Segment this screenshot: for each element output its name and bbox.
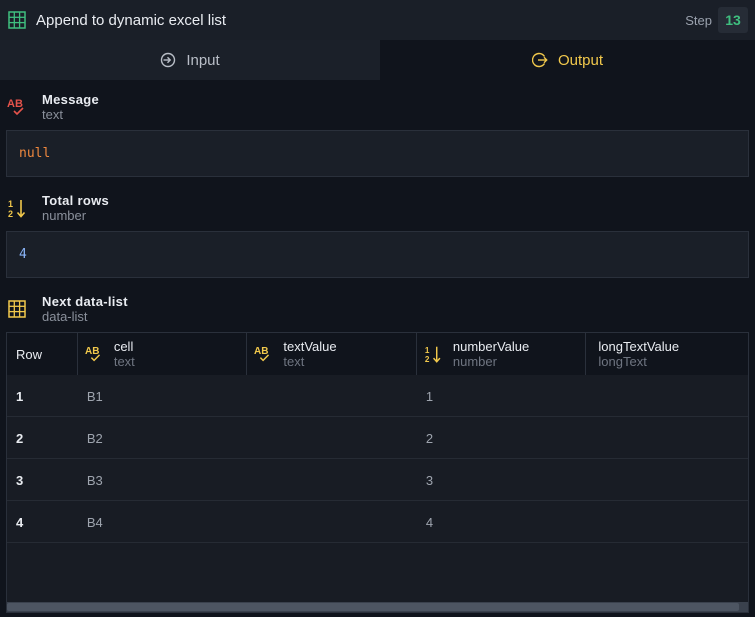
svg-text:2: 2 <box>8 209 13 219</box>
column-name: Row <box>16 346 43 362</box>
total-rows-value: 4 <box>19 247 27 262</box>
field-message: AB Message text <box>7 92 99 122</box>
cell-numbervalue: 4 <box>425 514 434 530</box>
cell-cell: B2 <box>86 430 103 446</box>
column-type: number <box>452 354 497 369</box>
login-arrow-icon <box>161 52 176 68</box>
column-type: longText <box>598 354 647 369</box>
column-header-row[interactable]: Row <box>7 333 78 375</box>
tab-output-label: Output <box>557 51 604 69</box>
logout-arrow-icon <box>531 52 548 68</box>
column-header-cell[interactable]: AB cell text <box>78 333 248 375</box>
field-title: Total rows <box>42 193 110 208</box>
cell-cell: B1 <box>86 388 103 404</box>
step-header: Append to dynamic excel list Step 13 <box>0 0 755 40</box>
svg-text:AB: AB <box>254 346 268 357</box>
field-title: Next data-list <box>42 294 128 309</box>
tab-input-label: Input <box>186 51 220 69</box>
field-next-data-list: Next data-list data-list <box>7 294 128 324</box>
step-title: Append to dynamic excel list <box>36 11 227 29</box>
step-label: Step <box>685 12 712 28</box>
row-number: 1 <box>16 388 24 404</box>
cell-textvalue <box>247 459 417 501</box>
step-indicator: Step 13 <box>685 7 748 33</box>
svg-text:2: 2 <box>425 355 430 364</box>
io-tabs: Input Output <box>0 40 755 80</box>
text-ab-icon: AB <box>85 346 100 362</box>
cell-longtextvalue <box>586 375 748 417</box>
cell-cell: B4 <box>86 514 103 530</box>
message-value-box[interactable]: null <box>6 130 749 177</box>
step-number-badge: 13 <box>718 7 748 33</box>
row-number: 3 <box>16 472 24 488</box>
row-number: 2 <box>16 430 24 446</box>
text-ab-icon: AB <box>7 98 24 116</box>
svg-text:AB: AB <box>85 346 99 357</box>
field-type: data-list <box>42 309 88 324</box>
grid-icon <box>8 11 26 29</box>
table-row[interactable]: 1 B1 1 <box>7 375 748 417</box>
cell-numbervalue: 3 <box>425 472 434 488</box>
column-name: numberValue <box>452 339 530 354</box>
cell-textvalue <box>247 375 417 417</box>
data-list-table[interactable]: Row AB cell text AB textValue text 1 2 n… <box>6 332 749 613</box>
table-header: Row AB cell text AB textValue text 1 2 n… <box>7 333 748 375</box>
scrollbar-thumb[interactable] <box>7 603 739 611</box>
cell-longtextvalue <box>586 501 748 543</box>
svg-text:1: 1 <box>8 199 13 209</box>
total-rows-value-box[interactable]: 4 <box>6 231 749 278</box>
cell-longtextvalue <box>586 459 748 501</box>
cell-cell: B3 <box>86 472 103 488</box>
number-sort-icon: 1 2 <box>425 346 441 364</box>
row-number: 4 <box>16 514 24 530</box>
text-ab-icon: AB <box>254 346 270 362</box>
horizontal-scrollbar[interactable] <box>7 602 748 612</box>
cell-textvalue <box>247 417 417 459</box>
table-row[interactable]: 3 B3 3 <box>7 459 748 501</box>
tab-input[interactable]: Input <box>0 40 380 80</box>
cell-numbervalue: 1 <box>425 388 434 404</box>
column-header-textvalue[interactable]: AB textValue text <box>247 333 417 375</box>
grid-icon <box>8 300 26 318</box>
column-name: textValue <box>283 339 337 354</box>
cell-textvalue <box>247 501 417 543</box>
field-total-rows: 1 2 Total rows number <box>7 193 109 223</box>
column-name: cell <box>113 339 134 354</box>
table-row[interactable]: 4 B4 4 <box>7 501 748 543</box>
column-header-longtextvalue[interactable]: longTextValue longText <box>586 333 748 375</box>
field-title: Message <box>42 92 100 107</box>
column-header-numbervalue[interactable]: 1 2 numberValue number <box>417 333 587 375</box>
tab-output[interactable]: Output <box>380 40 755 80</box>
column-name: longTextValue <box>598 339 680 354</box>
table-row[interactable]: 2 B2 2 <box>7 417 748 459</box>
svg-text:1: 1 <box>425 346 430 355</box>
svg-text:AB: AB <box>7 98 23 110</box>
column-type: text <box>113 354 135 369</box>
field-type: text <box>42 107 63 122</box>
column-type: text <box>283 354 305 369</box>
number-sort-icon: 1 2 <box>8 199 26 219</box>
field-type: number <box>42 208 87 223</box>
message-value: null <box>19 146 51 161</box>
cell-numbervalue: 2 <box>425 430 434 446</box>
cell-longtextvalue <box>586 417 748 459</box>
